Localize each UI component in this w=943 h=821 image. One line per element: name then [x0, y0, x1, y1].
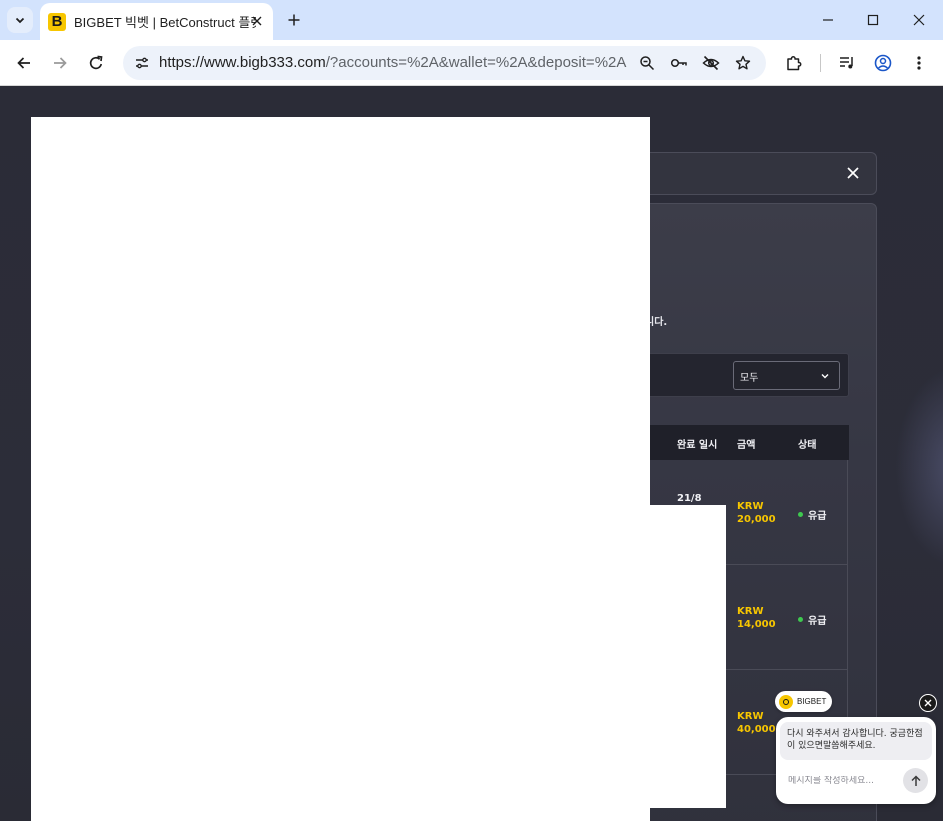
column-header-amount: 금액	[737, 440, 756, 451]
background-glow	[895, 367, 943, 567]
row-status: 유급	[798, 507, 826, 522]
maximize-button[interactable]	[861, 8, 885, 32]
zoom-icon	[640, 56, 655, 71]
row-amount: KRW 14,000	[737, 605, 776, 631]
profile-icon	[874, 54, 892, 72]
arrow-left-icon	[17, 57, 30, 69]
url-host: https://www.bigb333.com	[159, 54, 326, 71]
password-manager-button[interactable]	[668, 52, 690, 74]
browser-toolbar: https://www.bigb333.com/?accounts=%2A&wa…	[0, 40, 943, 86]
browser-tab-bar: B BIGBET 빅벳 | BetConstruct 플랫폼	[0, 0, 943, 40]
close-icon	[924, 699, 932, 707]
toolbar-separator	[820, 54, 821, 72]
tab-close-button[interactable]	[249, 13, 265, 29]
close-icon	[913, 14, 925, 26]
zoom-button[interactable]	[636, 52, 658, 74]
row-amount-currency: KRW	[737, 501, 764, 512]
row-amount-value: 14,000	[737, 619, 776, 630]
chat-message-bubble: 다시 와주셔서 감사합니다. 궁금한점이 있으면말씀해주세요.	[780, 722, 932, 760]
url-query: /?accounts=%2A&wallet=%2A&deposit=%2A	[325, 54, 627, 71]
chat-send-button[interactable]	[903, 768, 928, 793]
chat-brand-badge[interactable]: BIGBET	[775, 691, 832, 712]
close-icon	[252, 16, 262, 26]
back-button[interactable]	[12, 51, 36, 75]
url-text[interactable]: https://www.bigb333.com/?accounts=%2A&wa…	[159, 54, 626, 71]
new-tab-button[interactable]	[283, 9, 305, 31]
row-amount-value: 20,000	[737, 514, 776, 525]
status-filter-value: 모두	[740, 373, 759, 384]
row-status-label: 유급	[808, 616, 827, 627]
eye-off-icon	[702, 55, 720, 71]
extensions-button[interactable]	[782, 51, 806, 75]
blank-overlay-panel-small	[650, 505, 726, 808]
close-window-button[interactable]	[907, 8, 931, 32]
row-amount: KRW 40,000	[737, 710, 776, 736]
table-header: 완료 일시 금액 상태	[620, 425, 849, 460]
blank-overlay-panel	[31, 117, 650, 821]
row-amount: KRW 20,000	[737, 500, 776, 526]
media-control-button[interactable]	[835, 51, 859, 75]
column-header-completed-at: 완료 일시	[677, 440, 718, 451]
row-amount-value: 40,000	[737, 724, 776, 735]
tab-title: BIGBET 빅벳 | BetConstruct 플랫폼	[74, 15, 256, 30]
chevron-down-icon	[15, 17, 25, 24]
tracking-protection-button[interactable]	[700, 52, 722, 74]
puzzle-icon	[787, 56, 802, 71]
brand-logo-icon	[779, 694, 793, 709]
status-dot	[798, 617, 803, 622]
chat-message-input[interactable]	[788, 776, 898, 786]
bookmark-button[interactable]	[732, 52, 754, 74]
row-date: 21/8	[677, 493, 702, 504]
reload-button[interactable]	[84, 51, 108, 75]
row-status: 유급	[798, 612, 826, 627]
chat-close-button[interactable]	[919, 694, 937, 712]
arrow-right-icon	[54, 57, 67, 69]
reload-icon	[89, 55, 103, 70]
media-control-icon	[840, 57, 853, 69]
star-icon	[735, 55, 751, 70]
chevron-down-icon	[819, 370, 831, 382]
forward-button[interactable]	[48, 51, 72, 75]
minimize-button[interactable]	[816, 8, 840, 32]
profile-button[interactable]	[871, 51, 895, 75]
favicon-icon: B	[48, 12, 66, 31]
status-dot	[798, 512, 803, 517]
row-amount-currency: KRW	[737, 606, 764, 617]
site-info-button[interactable]	[130, 51, 154, 75]
chat-widget: 다시 와주셔서 감사합니다. 궁금한점이 있으면말씀해주세요.	[776, 717, 936, 804]
close-icon	[847, 167, 859, 179]
page-content: 니다. 모두 완료 일시 금액 상태 21/8 KRW 20,000 유급 KRW…	[0, 87, 943, 821]
modal-close-button[interactable]	[844, 164, 862, 182]
column-header-status: 상태	[798, 440, 817, 451]
row-amount-currency: KRW	[737, 711, 764, 722]
key-icon	[670, 58, 687, 68]
minimize-icon	[823, 19, 833, 21]
plus-icon	[288, 14, 300, 26]
kebab-menu-icon	[917, 56, 921, 70]
address-bar[interactable]: https://www.bigb333.com/?accounts=%2A&wa…	[123, 46, 766, 80]
status-filter-select[interactable]: 모두	[733, 361, 840, 390]
browser-tab-active[interactable]: B BIGBET 빅벳 | BetConstruct 플랫폼	[40, 3, 273, 40]
chat-brand-name: BIGBET	[797, 697, 827, 706]
maximize-icon	[867, 14, 879, 26]
row-status-label: 유급	[808, 511, 827, 522]
tune-icon	[136, 57, 148, 69]
tab-search-button[interactable]	[7, 7, 33, 33]
arrow-up-icon	[910, 774, 921, 786]
browser-menu-button[interactable]	[907, 51, 931, 75]
